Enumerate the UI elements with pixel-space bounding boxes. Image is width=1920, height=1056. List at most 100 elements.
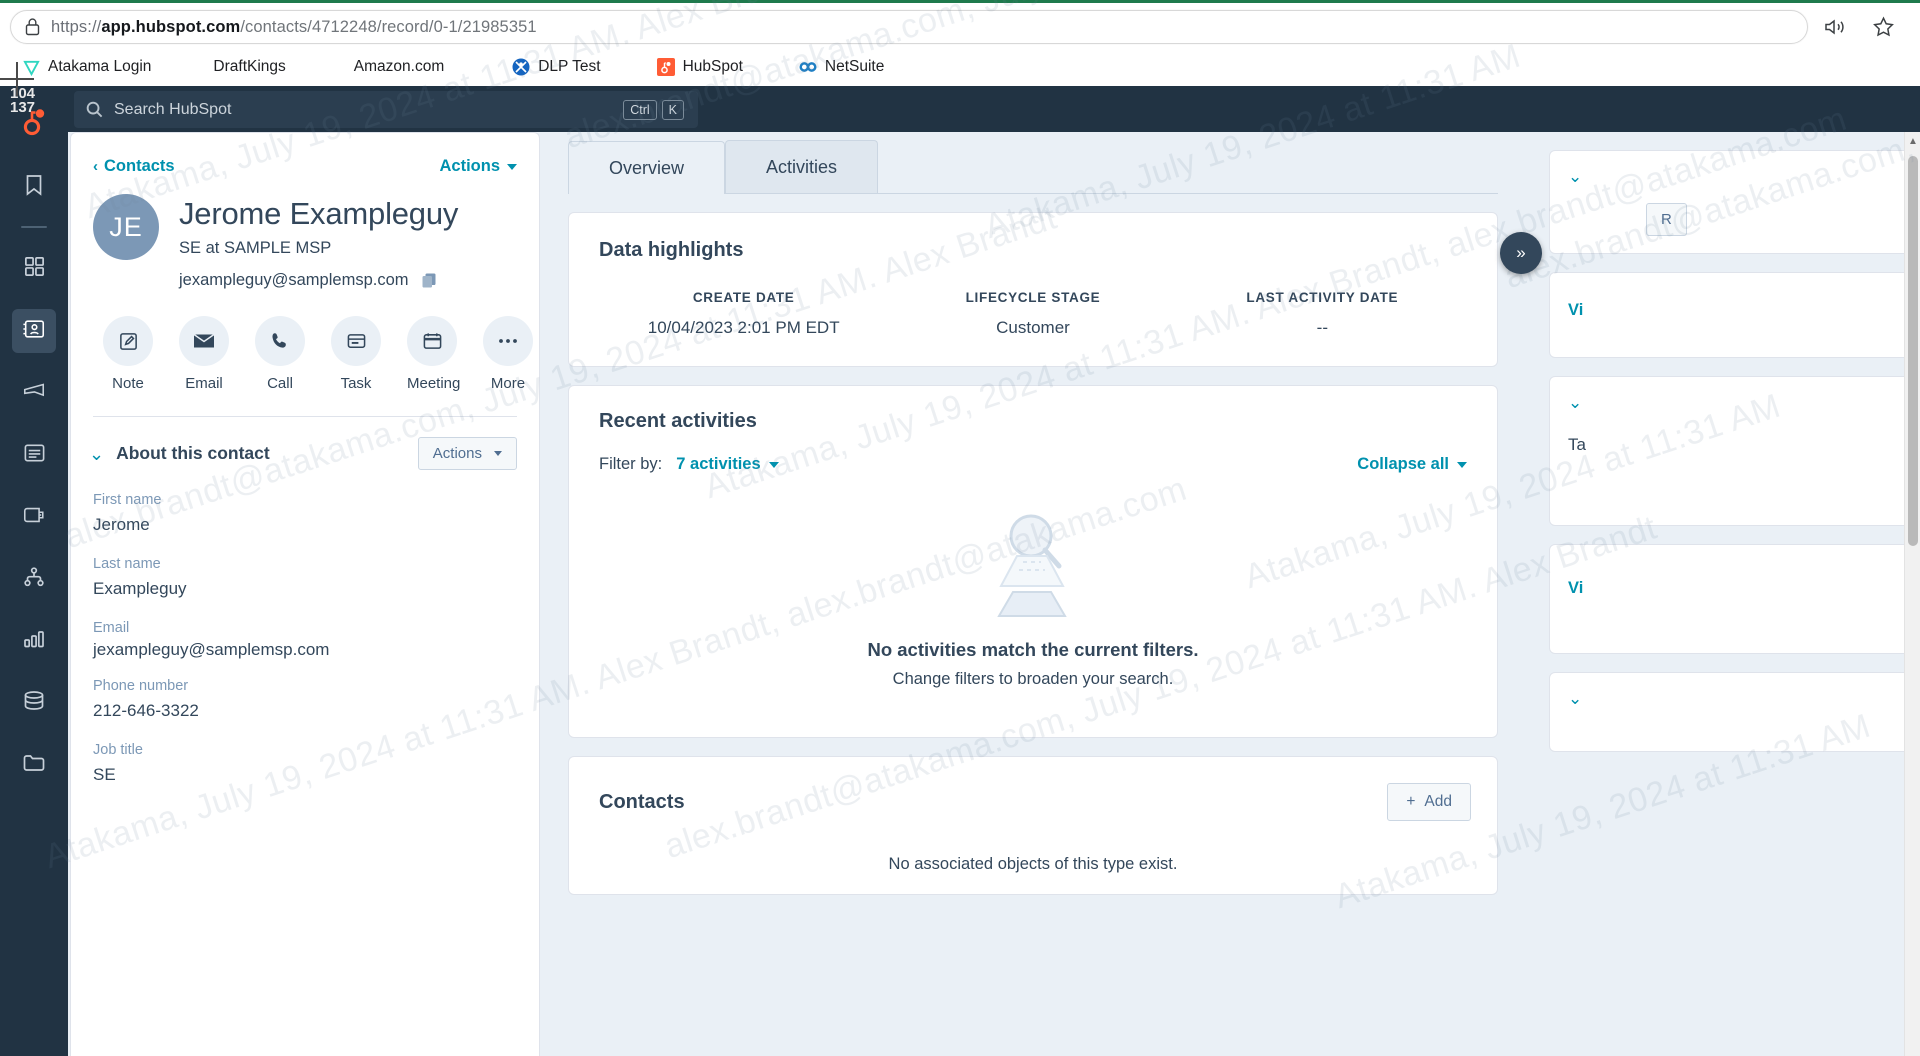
right-card-1-header[interactable]: ⌄ [1568,167,1920,187]
bookmark-draftkings[interactable]: DraftKings [199,55,299,79]
sidebar-item-content[interactable] [12,433,56,477]
tab-activities[interactable]: Activities [725,140,879,193]
double-chevron-right-icon: » [1516,243,1526,262]
breadcrumb-row: ‹ Contacts Actions [93,157,517,176]
bookmark-hubspot[interactable]: HubSpot [643,55,757,79]
bookmark-label: Atakama Login [48,58,152,75]
sidebar-item-data-management[interactable] [12,681,56,725]
workflow-nodes-icon [22,566,46,593]
quick-action-meeting[interactable]: Meeting [407,316,461,392]
field-value[interactable]: jexampleguy@samplemsp.com [93,640,517,660]
sidebar-item-automation[interactable] [12,557,56,601]
hubspot-app: Search HubSpot Ctrl K ‹ Contacts Actions [0,86,1920,1056]
url-host: app.hubspot.com [101,17,241,36]
about-actions-button[interactable]: Actions [417,437,517,470]
add-contact-button[interactable]: + Add [1387,783,1471,821]
phone-icon [255,316,305,366]
quick-action-more[interactable]: More [483,316,533,392]
address-bar[interactable]: https://app.hubspot.com/contacts/4712248… [10,10,1808,44]
quick-action-label: Meeting [407,375,461,392]
bookmark-amazon[interactable]: Amazon.com [340,55,458,79]
bookmark-dlp-test[interactable]: DLP Test [498,55,614,79]
sidebar-item-commerce[interactable] [12,495,56,539]
quick-action-note[interactable]: Note [103,316,153,392]
sidebar-item-reporting[interactable] [12,619,56,663]
right-button-label: R [1646,203,1687,236]
about-section-header: ⌄ About this contact Actions [71,417,539,470]
quick-action-task[interactable]: Task [331,316,381,392]
page-scroll-thumb[interactable] [1908,156,1918,546]
right-view-link-1[interactable]: Vi [1568,301,1583,320]
quick-action-email[interactable]: Email [179,316,229,392]
quick-action-call[interactable]: Call [255,316,305,392]
bookmark-label: DLP Test [538,58,601,75]
kbd-k: K [661,99,684,120]
contact-email[interactable]: jexampleguy@samplemsp.com [179,271,409,290]
chevron-down-icon [768,461,779,468]
page-scroll-up-arrow-icon[interactable]: ▲ [1905,132,1920,150]
field-label: Email [93,620,130,636]
sidebar-item-bookmarks[interactable] [12,165,56,209]
record-actions-menu[interactable]: Actions [439,157,517,176]
field-first-name: First name Jerome [93,492,517,535]
search-input[interactable]: Search HubSpot Ctrl K [74,91,698,128]
filter-by-label: Filter by: [599,455,663,473]
about-header-left[interactable]: ⌄ About this contact [89,443,270,464]
data-highlights-card: Data highlights CREATE DATE 10/04/2023 2… [568,212,1498,367]
empty-subtitle: Change filters to broaden your search. [892,670,1174,688]
filter-left: Filter by: 7 activities [599,455,779,474]
right-card-2: Vi [1549,272,1920,358]
right-card-1-button[interactable]: R [1646,203,1687,236]
collapse-all-button[interactable]: Collapse all [1357,455,1467,474]
field-value[interactable]: Exampleguy [93,579,517,599]
breadcrumb-contacts-link[interactable]: ‹ Contacts [93,157,175,176]
chevron-down-icon [507,163,517,170]
field-value[interactable]: SE [93,765,517,785]
right-card-3-header[interactable]: ⌄ [1568,393,1920,413]
cursor-y-coordinate: 137 [10,99,36,116]
contact-name: Jerome Exampleguy [179,196,459,231]
star-icon[interactable] [1870,14,1896,40]
chevron-down-icon: ⌄ [89,443,105,464]
highlight-value: 10/04/2023 2:01 PM EDT [647,318,840,337]
bar-chart-icon [22,629,46,654]
expand-sidebar-button[interactable]: » [1500,232,1542,274]
sidebar-item-library[interactable] [12,743,56,787]
bookmark-label: DraftKings [213,58,286,75]
read-aloud-icon[interactable] [1822,14,1848,40]
megaphone-icon [22,381,46,406]
field-value[interactable]: 212-646-3322 [93,701,517,721]
chevron-down-icon: ⌄ [1568,167,1583,186]
quick-action-label: More [490,375,526,392]
field-email: Email jexampleguy@samplemsp.com [93,620,517,660]
search-icon [84,100,104,120]
copy-icon[interactable] [421,272,438,289]
bookmark-netsuite[interactable]: NetSuite [785,55,898,79]
tab-overview[interactable]: Overview [568,141,726,194]
activities-filter-dropdown[interactable]: 7 activities [676,455,779,474]
url-text: https://app.hubspot.com/contacts/4712248… [51,18,537,37]
content-page-icon [23,443,46,468]
highlight-last-activity-date: LAST ACTIVITY DATE -- [1178,290,1467,338]
chevron-left-icon: ‹ [93,158,98,175]
contact-panel-header: ‹ Contacts Actions JE Jerome Exampleguy … [71,133,539,417]
about-actions-label: Actions [432,445,482,462]
record-tabs: Overview Activities [568,132,1498,194]
field-value[interactable]: Jerome [93,515,517,535]
about-fields: First name Jerome Last name Exampleguy E… [71,470,539,785]
sidebar-item-workspaces[interactable] [12,247,56,291]
address-bar-actions [1822,14,1910,40]
magnifier-search-illustration [967,514,1099,628]
bookmark-label: Amazon.com [353,58,445,75]
bookmark-atakama-login[interactable]: Atakama Login [8,55,165,79]
sidebar-item-contacts[interactable] [12,309,56,353]
sidebar-item-marketing[interactable] [12,371,56,415]
activities-filter-row: Filter by: 7 activities Collapse all [599,455,1467,474]
search-placeholder: Search HubSpot [114,100,232,118]
highlight-key: CREATE DATE [692,290,795,305]
right-view-link-2[interactable]: Vi [1568,579,1583,598]
field-label: Phone number [93,678,189,694]
right-card-5-header[interactable]: ⌄ [1568,689,1920,709]
page-scrollbar[interactable]: ▲ [1904,132,1920,1056]
highlight-key: LIFECYCLE STAGE [965,290,1101,305]
